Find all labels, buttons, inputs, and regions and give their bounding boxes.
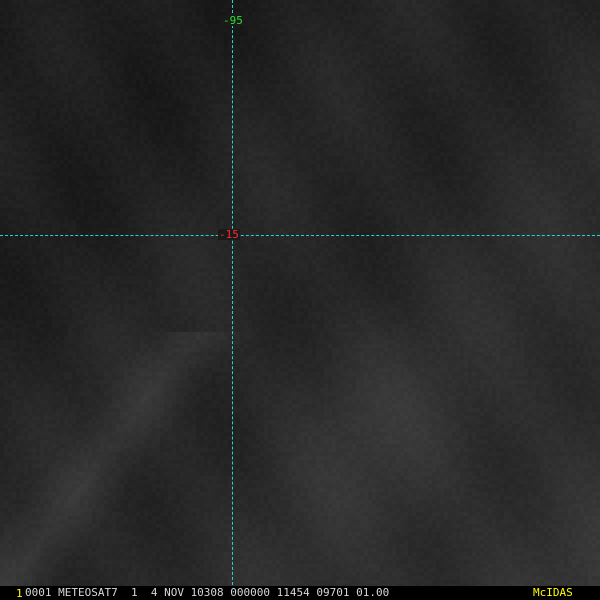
latitude-label: -15 — [218, 228, 240, 241]
image-viewer[interactable]: -95 -15 1 0001 METEOSAT7 1 4 NOV 10308 0… — [0, 0, 600, 600]
mcidas-label: McIDAS — [533, 586, 573, 599]
satellite-image[interactable] — [0, 0, 600, 600]
image-header-text: 0001 METEOSAT7 1 4 NOV 10308 000000 1145… — [25, 586, 390, 599]
status-bar: 1 0001 METEOSAT7 1 4 NOV 10308 000000 11… — [0, 586, 600, 600]
longitude-label: -95 — [222, 14, 244, 27]
frame-number: 1 — [16, 587, 23, 600]
